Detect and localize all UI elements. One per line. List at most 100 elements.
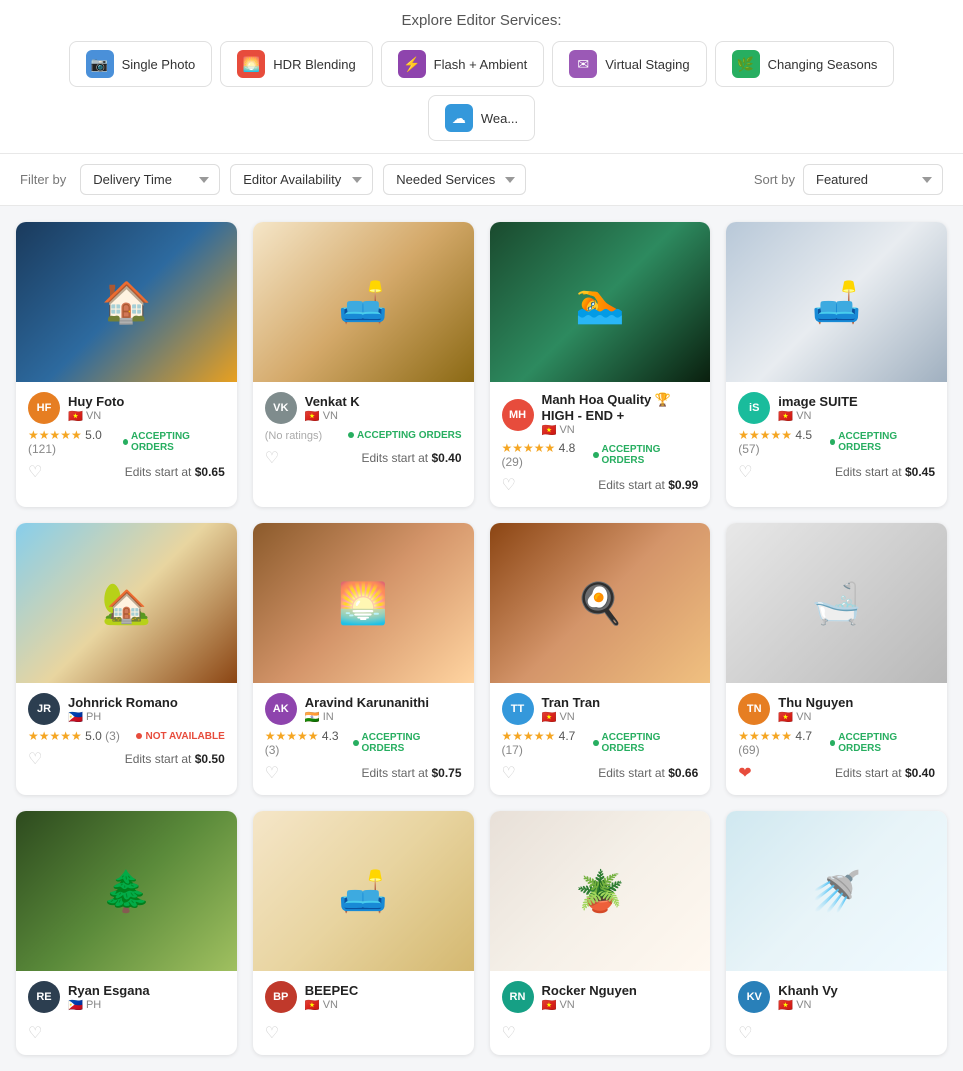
card-info: KV Khanh Vy 🇻🇳 VN ♡ (726, 971, 947, 1055)
editor-details: Tran Tran 🇻🇳 VN (542, 695, 601, 724)
rating-row: ★★★★★ 5.0 (121) ACCEPTING ORDERS (28, 428, 225, 456)
heart-button[interactable]: ♡ (502, 475, 516, 495)
heart-button[interactable]: ♡ (502, 1023, 516, 1043)
needed-services-select[interactable]: Needed Services (383, 164, 526, 195)
price-row: ♡ Edits start at $0.40 (265, 448, 462, 468)
rating-row: ★★★★★ 5.0 (3) NOT AVAILABLE (28, 729, 225, 743)
card-8[interactable]: 🛁 TN Thu Nguyen 🇻🇳 VN ★★★★★ 4.7 (69) ACC… (726, 523, 947, 795)
editor-country: 🇻🇳 VN (68, 409, 124, 423)
card-10[interactable]: 🛋️ BP BEEPEC 🇻🇳 VN ♡ (253, 811, 474, 1055)
avatar: RE (28, 981, 60, 1013)
editor-row: TT Tran Tran 🇻🇳 VN (502, 693, 699, 725)
heart-button[interactable]: ♡ (738, 1023, 752, 1043)
heart-button[interactable]: ♡ (502, 763, 516, 783)
rating: ★★★★★ 5.0 (121) (28, 428, 123, 456)
editor-availability-select[interactable]: Editor Availability (230, 164, 373, 195)
editor-name: Ryan Esgana (68, 983, 150, 998)
heart-button[interactable]: ♡ (738, 462, 752, 482)
card-6[interactable]: 🌅 AK Aravind Karunanithi 🇮🇳 IN ★★★★★ 4.3… (253, 523, 474, 795)
card-7[interactable]: 🍳 TT Tran Tran 🇻🇳 VN ★★★★★ 4.7 (17) ACCE… (490, 523, 711, 795)
editor-row: AK Aravind Karunanithi 🇮🇳 IN (265, 693, 462, 725)
country-code: VN (323, 410, 338, 422)
editor-row: RE Ryan Esgana 🇵🇭 PH (28, 981, 225, 1013)
star-icons: ★★★★★ (502, 729, 556, 743)
editor-country: 🇻🇳 VN (778, 710, 853, 724)
card-2[interactable]: 🛋️ VK Venkat K 🇻🇳 VN (No ratings) ACCEPT… (253, 222, 474, 507)
star-icons: ★★★★★ (738, 428, 792, 442)
status-dot (593, 452, 599, 458)
price-text: Edits start at $0.99 (598, 478, 698, 492)
card-image: 🏡 (16, 523, 237, 683)
service-tab-changing-seasons[interactable]: 🌿 Changing Seasons (715, 41, 895, 87)
heart-button[interactable]: ♡ (265, 1023, 279, 1043)
card-11[interactable]: 🪴 RN Rocker Nguyen 🇻🇳 VN ♡ (490, 811, 711, 1055)
card-image: 🪴 (490, 811, 711, 971)
status-dot (593, 740, 599, 746)
heart-button[interactable]: ❤ (738, 763, 751, 783)
editor-name: image SUITE (778, 394, 857, 409)
hdr-blending-label: HDR Blending (273, 57, 355, 72)
editor-name: Venkat K (305, 394, 360, 409)
status-dot (136, 733, 142, 739)
service-tab-single-photo[interactable]: 📷 Single Photo (69, 41, 213, 87)
card-info: MH Manh Hoa Quality 🏆HIGH - END + 🇻🇳 VN … (490, 382, 711, 507)
country-code: VN (323, 999, 338, 1011)
changing-seasons-label: Changing Seasons (768, 57, 878, 72)
heart-button[interactable]: ♡ (265, 448, 279, 468)
editor-details: Ryan Esgana 🇵🇭 PH (68, 983, 150, 1012)
price-text: Edits start at $0.75 (361, 766, 461, 780)
heart-button[interactable]: ♡ (28, 1023, 42, 1043)
editor-details: Thu Nguyen 🇻🇳 VN (778, 695, 853, 724)
card-12[interactable]: 🚿 KV Khanh Vy 🇻🇳 VN ♡ (726, 811, 947, 1055)
price-row: ❤ Edits start at $0.40 (738, 763, 935, 783)
editor-name: Thu Nguyen (778, 695, 853, 710)
changing-seasons-icon: 🌿 (732, 50, 760, 78)
card-1[interactable]: 🏠 HF Huy Foto 🇻🇳 VN ★★★★★ 5.0 (121) ACCE… (16, 222, 237, 507)
country-flag: 🇵🇭 (68, 710, 83, 724)
delivery-time-select[interactable]: Delivery Time (80, 164, 220, 195)
card-9[interactable]: 🌲 RE Ryan Esgana 🇵🇭 PH ♡ (16, 811, 237, 1055)
service-tab-weather[interactable]: ☁ Wea... (428, 95, 535, 141)
country-flag: 🇻🇳 (305, 998, 320, 1012)
card-4[interactable]: 🛋️ iS image SUITE 🇻🇳 VN ★★★★★ 4.5 (57) A… (726, 222, 947, 507)
editor-country: 🇻🇳 VN (542, 710, 601, 724)
heart-button[interactable]: ♡ (28, 749, 42, 769)
service-tab-virtual-staging[interactable]: ✉ Virtual Staging (552, 41, 706, 87)
avatar: MH (502, 399, 534, 431)
card-info: RE Ryan Esgana 🇵🇭 PH ♡ (16, 971, 237, 1055)
single-photo-icon: 📷 (86, 50, 114, 78)
card-info: VK Venkat K 🇻🇳 VN (No ratings) ACCEPTING… (253, 382, 474, 480)
status-dot (830, 740, 836, 746)
editor-name: Huy Foto (68, 394, 124, 409)
editor-name: Manh Hoa Quality 🏆HIGH - END + (542, 392, 699, 423)
rating: ★★★★★ 4.8 (29) (502, 441, 593, 469)
rating-row: ★★★★★ 4.3 (3) ACCEPTING ORDERS (265, 729, 462, 757)
editor-name: Rocker Nguyen (542, 983, 637, 998)
avatar: RN (502, 981, 534, 1013)
card-3[interactable]: 🏊 MH Manh Hoa Quality 🏆HIGH - END + 🇻🇳 V… (490, 222, 711, 507)
status-badge: ACCEPTING ORDERS (593, 732, 698, 754)
price-row: ♡ Edits start at $0.66 (502, 763, 699, 783)
card-image: 🌲 (16, 811, 237, 971)
country-flag: 🇻🇳 (68, 409, 83, 423)
heart-button[interactable]: ♡ (265, 763, 279, 783)
heart-button[interactable]: ♡ (28, 462, 42, 482)
service-tab-flash-ambient[interactable]: ⚡ Flash + Ambient (381, 41, 545, 87)
status-dot (348, 432, 354, 438)
price-row: ♡ (738, 1023, 935, 1043)
editor-row: iS image SUITE 🇻🇳 VN (738, 392, 935, 424)
country-code: VN (796, 711, 811, 723)
card-5[interactable]: 🏡 JR Johnrick Romano 🇵🇭 PH ★★★★★ 5.0 (3)… (16, 523, 237, 795)
rating: ★★★★★ 4.3 (3) (265, 729, 353, 757)
star-icons: ★★★★★ (502, 441, 556, 455)
country-code: PH (86, 711, 101, 723)
country-code: VN (796, 410, 811, 422)
avatar: VK (265, 392, 297, 424)
card-info: TN Thu Nguyen 🇻🇳 VN ★★★★★ 4.7 (69) ACCEP… (726, 683, 947, 795)
service-tabs-container: 📷 Single Photo 🌅 HDR Blending ⚡ Flash + … (20, 41, 943, 141)
service-tab-hdr-blending[interactable]: 🌅 HDR Blending (220, 41, 372, 87)
filter-label: Filter by (20, 172, 66, 187)
price-row: ♡ Edits start at $0.50 (28, 749, 225, 769)
editor-row: BP BEEPEC 🇻🇳 VN (265, 981, 462, 1013)
featured-select[interactable]: Featured (803, 164, 943, 195)
